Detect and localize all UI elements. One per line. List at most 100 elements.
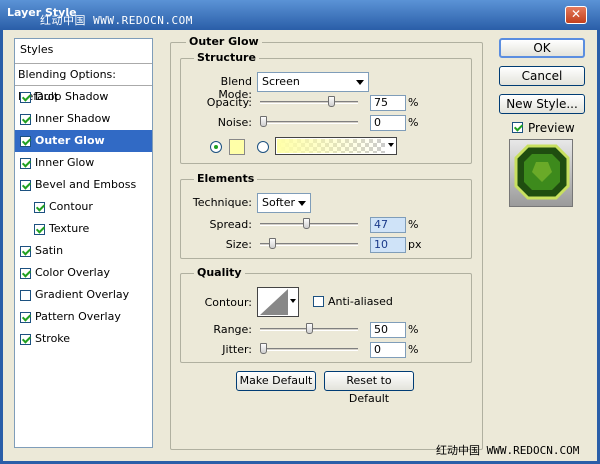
quality-title: Quality <box>194 266 245 279</box>
style-checkbox[interactable] <box>20 91 31 103</box>
preview-label: Preview <box>528 121 575 135</box>
style-item-drop-shadow[interactable]: Drop Shadow <box>15 86 152 108</box>
jitter-label: Jitter: <box>222 343 252 356</box>
range-input[interactable]: 50 <box>370 322 406 338</box>
opacity-slider[interactable] <box>260 101 358 104</box>
jitter-slider[interactable] <box>260 348 358 351</box>
size-input[interactable]: 10 <box>370 237 406 253</box>
close-button[interactable]: ✕ <box>565 6 587 24</box>
style-checkbox[interactable] <box>20 157 31 169</box>
gradient-preview <box>277 139 385 153</box>
glow-color-swatch[interactable] <box>229 139 245 155</box>
spread-unit: % <box>408 218 419 231</box>
noise-slider[interactable] <box>260 121 358 124</box>
contour-preview-icon <box>260 289 288 315</box>
size-slider-thumb[interactable] <box>269 238 277 249</box>
style-checkbox[interactable] <box>20 267 31 279</box>
style-item-label: Drop Shadow <box>35 90 109 103</box>
style-item-outer-glow[interactable]: Outer Glow <box>15 130 152 152</box>
title-bar: Layer Style 红动中国 WWW.REDOCN.COM ✕ <box>0 0 600 30</box>
style-item-label: Texture <box>49 222 90 235</box>
technique-value: Softer <box>262 196 295 209</box>
make-default-button[interactable]: Make Default <box>236 371 316 391</box>
preview-gem-icon <box>514 144 570 200</box>
style-checkbox[interactable] <box>20 135 31 147</box>
blending-options-item[interactable]: Blending Options: Default <box>15 64 152 103</box>
style-item-label: Pattern Overlay <box>35 310 121 323</box>
cancel-button[interactable]: Cancel <box>499 66 585 86</box>
watermark-top: 红动中国 WWW.REDOCN.COM <box>40 14 193 27</box>
style-checkbox[interactable] <box>20 113 31 125</box>
spread-label: Spread: <box>209 218 252 231</box>
style-item-contour[interactable]: Contour <box>15 196 152 218</box>
jitter-slider-thumb[interactable] <box>260 343 267 354</box>
chevron-down-icon <box>356 80 364 85</box>
technique-select[interactable]: Softer <box>257 193 311 213</box>
contour-picker[interactable] <box>257 287 299 317</box>
ok-button[interactable]: OK <box>499 38 585 58</box>
blend-mode-value: Screen <box>262 75 300 88</box>
spread-input[interactable]: 47 <box>370 217 406 233</box>
range-slider-thumb[interactable] <box>305 323 313 334</box>
style-item-label: Stroke <box>35 332 71 345</box>
style-item-pattern-overlay[interactable]: Pattern Overlay <box>15 306 152 328</box>
opacity-unit: % <box>408 96 419 109</box>
opacity-input[interactable]: 75 <box>370 95 406 111</box>
style-checkbox[interactable] <box>20 333 31 345</box>
style-checkbox[interactable] <box>20 289 31 301</box>
style-item-label: Contour <box>49 200 93 213</box>
jitter-input[interactable]: 0 <box>370 342 406 358</box>
style-item-stroke[interactable]: Stroke <box>15 328 152 350</box>
size-unit: px <box>408 238 422 251</box>
contour-label: Contour: <box>204 296 252 309</box>
style-item-bevel-and-emboss[interactable]: Bevel and Emboss <box>15 174 152 196</box>
noise-slider-thumb[interactable] <box>260 116 267 127</box>
style-checkbox[interactable] <box>20 179 31 191</box>
range-label: Range: <box>213 323 252 336</box>
blend-mode-select[interactable]: Screen <box>257 72 369 92</box>
anti-aliased-checkbox[interactable] <box>313 296 324 307</box>
noise-label: Noise: <box>217 116 252 129</box>
style-item-label: Gradient Overlay <box>35 288 130 301</box>
styles-header[interactable]: Styles <box>15 39 152 64</box>
contour-chevron-down-icon <box>290 299 296 303</box>
style-item-texture[interactable]: Texture <box>15 218 152 240</box>
style-item-label: Outer Glow <box>35 134 105 147</box>
technique-label: Technique: <box>192 196 252 209</box>
structure-title: Structure <box>194 51 259 64</box>
style-item-label: Satin <box>35 244 64 257</box>
style-item-inner-shadow[interactable]: Inner Shadow <box>15 108 152 130</box>
gradient-fill <box>277 139 385 153</box>
style-item-gradient-overlay[interactable]: Gradient Overlay <box>15 284 152 306</box>
watermark-bottom: 红动中国 WWW.REDOCN.COM <box>436 444 580 457</box>
style-checkbox[interactable] <box>20 245 31 257</box>
style-checkbox[interactable] <box>20 311 31 323</box>
noise-input[interactable]: 0 <box>370 115 406 131</box>
style-item-label: Inner Shadow <box>35 112 111 125</box>
style-item-label: Inner Glow <box>35 156 95 169</box>
spread-slider-thumb[interactable] <box>302 218 310 229</box>
gradient-picker[interactable] <box>275 137 397 155</box>
technique-chevron-down-icon <box>298 201 306 206</box>
outer-glow-title: Outer Glow <box>186 35 262 48</box>
style-item-label: Color Overlay <box>35 266 110 279</box>
anti-aliased-label: Anti-aliased <box>328 295 393 308</box>
gradient-chevron-down-icon <box>388 143 394 147</box>
solid-color-radio[interactable] <box>210 141 222 153</box>
style-preview-thumbnail <box>509 139 573 207</box>
elements-title: Elements <box>194 172 258 185</box>
new-style-button[interactable]: New Style... <box>499 94 585 114</box>
style-item-color-overlay[interactable]: Color Overlay <box>15 262 152 284</box>
style-item-satin[interactable]: Satin <box>15 240 152 262</box>
range-unit: % <box>408 323 419 336</box>
style-checkbox[interactable] <box>34 223 45 235</box>
gradient-radio[interactable] <box>257 141 269 153</box>
style-item-inner-glow[interactable]: Inner Glow <box>15 152 152 174</box>
noise-unit: % <box>408 116 419 129</box>
reset-to-default-button[interactable]: Reset to Default <box>324 371 414 405</box>
style-checkbox[interactable] <box>34 201 45 213</box>
size-label: Size: <box>225 238 252 251</box>
opacity-slider-thumb[interactable] <box>328 96 336 107</box>
jitter-unit: % <box>408 343 419 356</box>
preview-checkbox[interactable] <box>512 122 523 133</box>
